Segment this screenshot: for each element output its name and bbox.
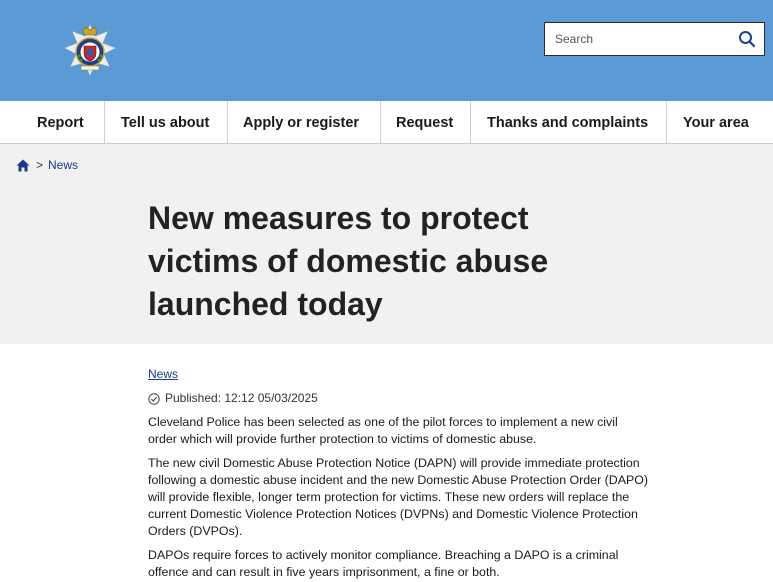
search-button[interactable]	[730, 23, 764, 55]
nav-item-report[interactable]: Report	[0, 101, 105, 144]
published-text: Published: 12:12 05/03/2025	[165, 391, 318, 405]
breadcrumb-news-link[interactable]: News	[48, 158, 78, 172]
search-input[interactable]	[545, 23, 730, 55]
article-paragraph: Cleveland Police has been selected as on…	[148, 415, 618, 446]
category-link[interactable]: News	[148, 366, 178, 383]
article-paragraph: DAPOs require forces to actively monitor…	[148, 548, 619, 579]
search-icon	[739, 31, 756, 48]
breadcrumb: > News	[16, 158, 78, 172]
published-date: Published: 12:12 05/03/2025	[148, 390, 648, 407]
nav-item-your-area[interactable]: Your area	[667, 101, 773, 144]
home-icon[interactable]	[16, 159, 30, 172]
article-paragraph: The new civil Domestic Abuse Protection …	[148, 456, 649, 538]
article-body: News Published: 12:12 05/03/2025 Clevela…	[148, 366, 648, 581]
police-crest-icon[interactable]	[62, 22, 118, 78]
nav-item-apply-or-register[interactable]: Apply or register	[228, 101, 381, 144]
main-nav: Report Tell us about Apply or register R…	[0, 101, 773, 144]
nav-item-request[interactable]: Request	[381, 101, 471, 144]
page-title: New measures to protect victims of domes…	[148, 200, 549, 322]
check-circle-icon	[148, 392, 160, 405]
breadcrumb-separator: >	[36, 158, 44, 172]
search-box	[544, 22, 765, 56]
hero-banner: > News New measures to protect victims o…	[0, 144, 773, 344]
nav-item-tell-us-about[interactable]: Tell us about	[105, 101, 228, 144]
nav-item-thanks-and-complaints[interactable]: Thanks and complaints	[471, 101, 667, 144]
site-header	[0, 0, 773, 101]
